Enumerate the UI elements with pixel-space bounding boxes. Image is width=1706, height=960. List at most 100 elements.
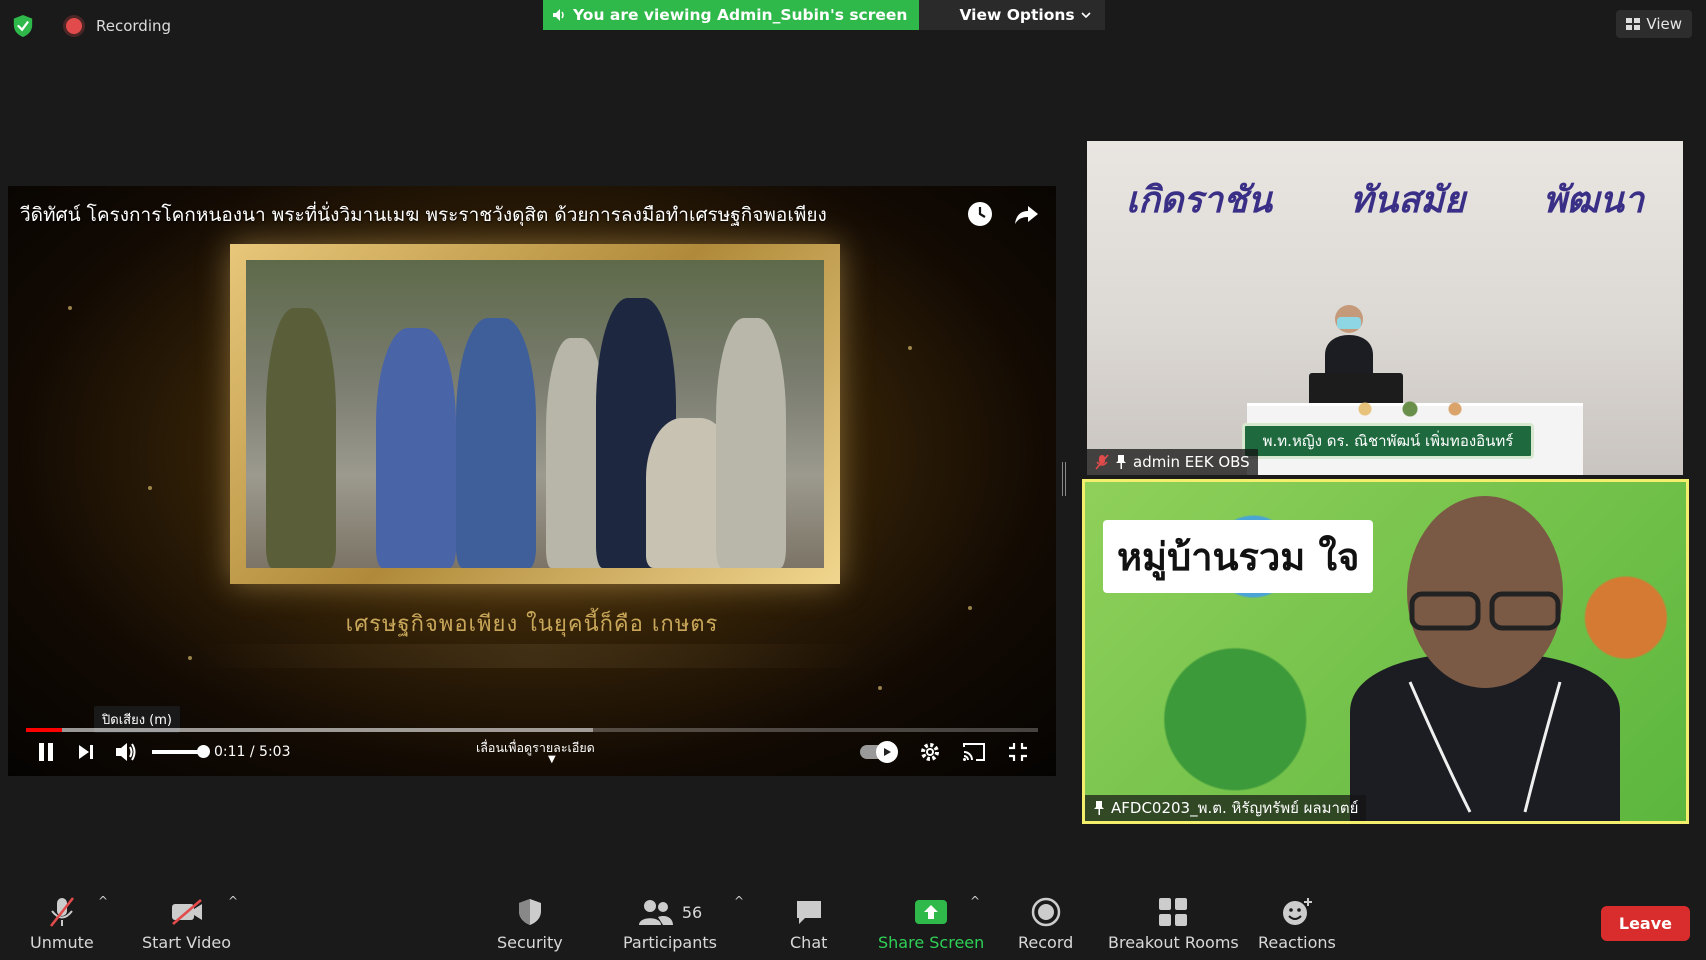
participant-nametag: admin EEK OBS bbox=[1087, 449, 1258, 475]
view-options-label: View Options bbox=[959, 6, 1075, 24]
view-label: View bbox=[1646, 15, 1682, 33]
progress-played bbox=[26, 728, 63, 732]
viewing-text: You are viewing Admin_Subin's screen bbox=[573, 6, 908, 24]
reactions-emoji-icon bbox=[1281, 895, 1313, 929]
reactions-label: Reactions bbox=[1258, 933, 1336, 952]
slogan-word: เกิดราชัน bbox=[1125, 179, 1273, 221]
gallery-grid-icon bbox=[1626, 18, 1641, 30]
muted-mic-icon bbox=[1095, 454, 1109, 470]
desk-namecard: พ.ท.หญิง ดร. ณิชาพัฒน์ เพิ่มทองอินทร์ bbox=[1242, 423, 1534, 459]
view-button[interactable]: View bbox=[1616, 10, 1692, 38]
autoplay-toggle[interactable] bbox=[860, 741, 898, 763]
unmute-label: Unmute bbox=[30, 933, 94, 952]
volume-knob[interactable] bbox=[197, 745, 210, 758]
video-controls: 0:11 / 5:03 เลื่อนเพื่อดูรายละเอียด ▼ bbox=[26, 734, 1038, 770]
participant-tile-admin[interactable]: เกิดราชัน ทันสมัย พัฒนา พ.ท.หญิง ดร. ณิช… bbox=[1087, 141, 1683, 475]
encryption-shield-icon[interactable] bbox=[12, 14, 34, 38]
participants-button[interactable]: 56 Participants bbox=[623, 895, 717, 952]
participant-nametag: AFDC0203_พ.ต. หิรัญทรัพย์ ผลมาตย์ bbox=[1085, 795, 1367, 821]
record-label: Record bbox=[1018, 933, 1074, 952]
mute-button[interactable] bbox=[106, 734, 146, 770]
breakout-rooms-button[interactable]: Breakout Rooms bbox=[1108, 895, 1239, 952]
share-screen-label: Share Screen bbox=[878, 933, 985, 952]
chevron-down-icon: ▼ bbox=[548, 754, 556, 765]
exit-fullscreen-button[interactable] bbox=[998, 734, 1038, 770]
exit-fullscreen-icon bbox=[1009, 743, 1027, 761]
muted-mic-icon bbox=[48, 895, 76, 929]
sparkle bbox=[148, 486, 152, 490]
meeting-toolbar: Unmute ^ Start Video ^ Security 56 Parti… bbox=[0, 882, 1706, 960]
cast-button[interactable] bbox=[954, 734, 994, 770]
participants-label: Participants bbox=[623, 933, 717, 952]
video-time: 0:11 / 5:03 bbox=[214, 744, 291, 760]
autoplay-knob bbox=[876, 741, 898, 763]
flower-arrangement bbox=[1335, 399, 1485, 419]
unmute-button[interactable]: Unmute bbox=[30, 895, 94, 952]
cast-icon bbox=[963, 743, 985, 761]
video-subtitle: เศรษฐกิจพอเพียง ในยุคนี้ก็คือ เกษตร bbox=[345, 612, 719, 637]
participant-name: AFDC0203_พ.ต. หิรัญทรัพย์ ผลมาตย์ bbox=[1111, 799, 1359, 817]
watch-later-icon[interactable] bbox=[966, 200, 994, 228]
video-title: วีดิทัศน์ โครงการโคกหนองนา พระที่นั่งวิม… bbox=[20, 204, 827, 226]
participants-options-caret[interactable]: ^ bbox=[734, 894, 744, 908]
photo-figure bbox=[266, 308, 336, 568]
photo-figure bbox=[456, 318, 536, 568]
split-resize-handle[interactable] bbox=[1062, 462, 1066, 496]
video-progress-bar[interactable] bbox=[26, 728, 1038, 732]
photo-figure bbox=[376, 328, 456, 568]
viewing-indicator: You are viewing Admin_Subin's screen bbox=[543, 0, 920, 30]
sparkle bbox=[188, 656, 192, 660]
participants-count: 56 bbox=[681, 902, 703, 922]
pause-button[interactable] bbox=[26, 734, 66, 770]
screen-share-banner: You are viewing Admin_Subin's screen Vie… bbox=[543, 0, 1105, 30]
settings-button[interactable] bbox=[910, 734, 950, 770]
participant-tile-afdc0203[interactable]: หมู่บ้านรวม ใจ AFDC0203_พ.ต. หิรัญทรัพย์… bbox=[1082, 479, 1689, 824]
breakout-rooms-icon bbox=[1158, 895, 1188, 929]
share-options-caret[interactable]: ^ bbox=[970, 894, 980, 908]
next-button[interactable] bbox=[66, 734, 106, 770]
background-title: หมู่บ้านรวม ใจ bbox=[1103, 520, 1374, 593]
skip-next-icon bbox=[79, 745, 93, 759]
start-video-label: Start Video bbox=[142, 933, 231, 952]
spotlight-pin-icon bbox=[1094, 801, 1104, 815]
volume-icon bbox=[116, 743, 136, 761]
share-screen-button[interactable]: Share Screen bbox=[878, 895, 984, 952]
chat-button[interactable]: Chat bbox=[790, 895, 827, 952]
video-photo-frame bbox=[230, 244, 840, 584]
photo-figure bbox=[716, 318, 786, 568]
video-top-actions bbox=[966, 200, 1040, 228]
banner-slogan: เกิดราชัน ทันสมัย พัฒนา bbox=[1087, 171, 1683, 228]
record-button[interactable]: Record bbox=[1018, 895, 1073, 952]
security-label: Security bbox=[497, 933, 563, 952]
chat-label: Chat bbox=[790, 933, 828, 952]
video-subtitle-faded bbox=[198, 644, 868, 668]
video-off-icon bbox=[169, 895, 205, 929]
participant-name: admin EEK OBS bbox=[1133, 453, 1250, 471]
participant-figure bbox=[1350, 496, 1620, 821]
recording-label: Recording bbox=[96, 17, 172, 35]
slogan-word: ทันสมัย bbox=[1349, 179, 1466, 221]
reactions-button[interactable]: Reactions bbox=[1258, 895, 1336, 952]
record-icon bbox=[1031, 895, 1061, 929]
shared-screen-video-player[interactable]: วีดิทัศน์ โครงการโคกหนองนา พระที่นั่งวิม… bbox=[8, 186, 1056, 776]
recording-dot-icon bbox=[66, 18, 82, 34]
security-shield-icon bbox=[517, 895, 543, 929]
video-photo bbox=[246, 260, 824, 568]
chapter-label[interactable]: เลื่อนเพื่อดูรายละเอียด bbox=[476, 738, 595, 758]
start-video-button[interactable]: Start Video bbox=[142, 895, 231, 952]
audio-options-caret[interactable]: ^ bbox=[98, 894, 108, 908]
video-controls-right bbox=[860, 734, 1038, 770]
share-screen-icon bbox=[914, 895, 948, 929]
chevron-down-icon bbox=[1081, 12, 1091, 19]
breakout-rooms-label: Breakout Rooms bbox=[1108, 933, 1239, 952]
spotlight-pin-icon bbox=[1116, 455, 1126, 469]
volume-slider[interactable] bbox=[152, 745, 210, 758]
video-options-caret[interactable]: ^ bbox=[228, 894, 238, 908]
view-options-button[interactable]: View Options bbox=[919, 0, 1105, 30]
security-button[interactable]: Security bbox=[497, 895, 563, 952]
leave-button[interactable]: Leave bbox=[1600, 906, 1690, 941]
share-icon[interactable] bbox=[1012, 200, 1040, 228]
chat-bubble-icon bbox=[794, 895, 824, 929]
speaker-icon bbox=[553, 9, 564, 21]
sparkle bbox=[68, 306, 72, 310]
